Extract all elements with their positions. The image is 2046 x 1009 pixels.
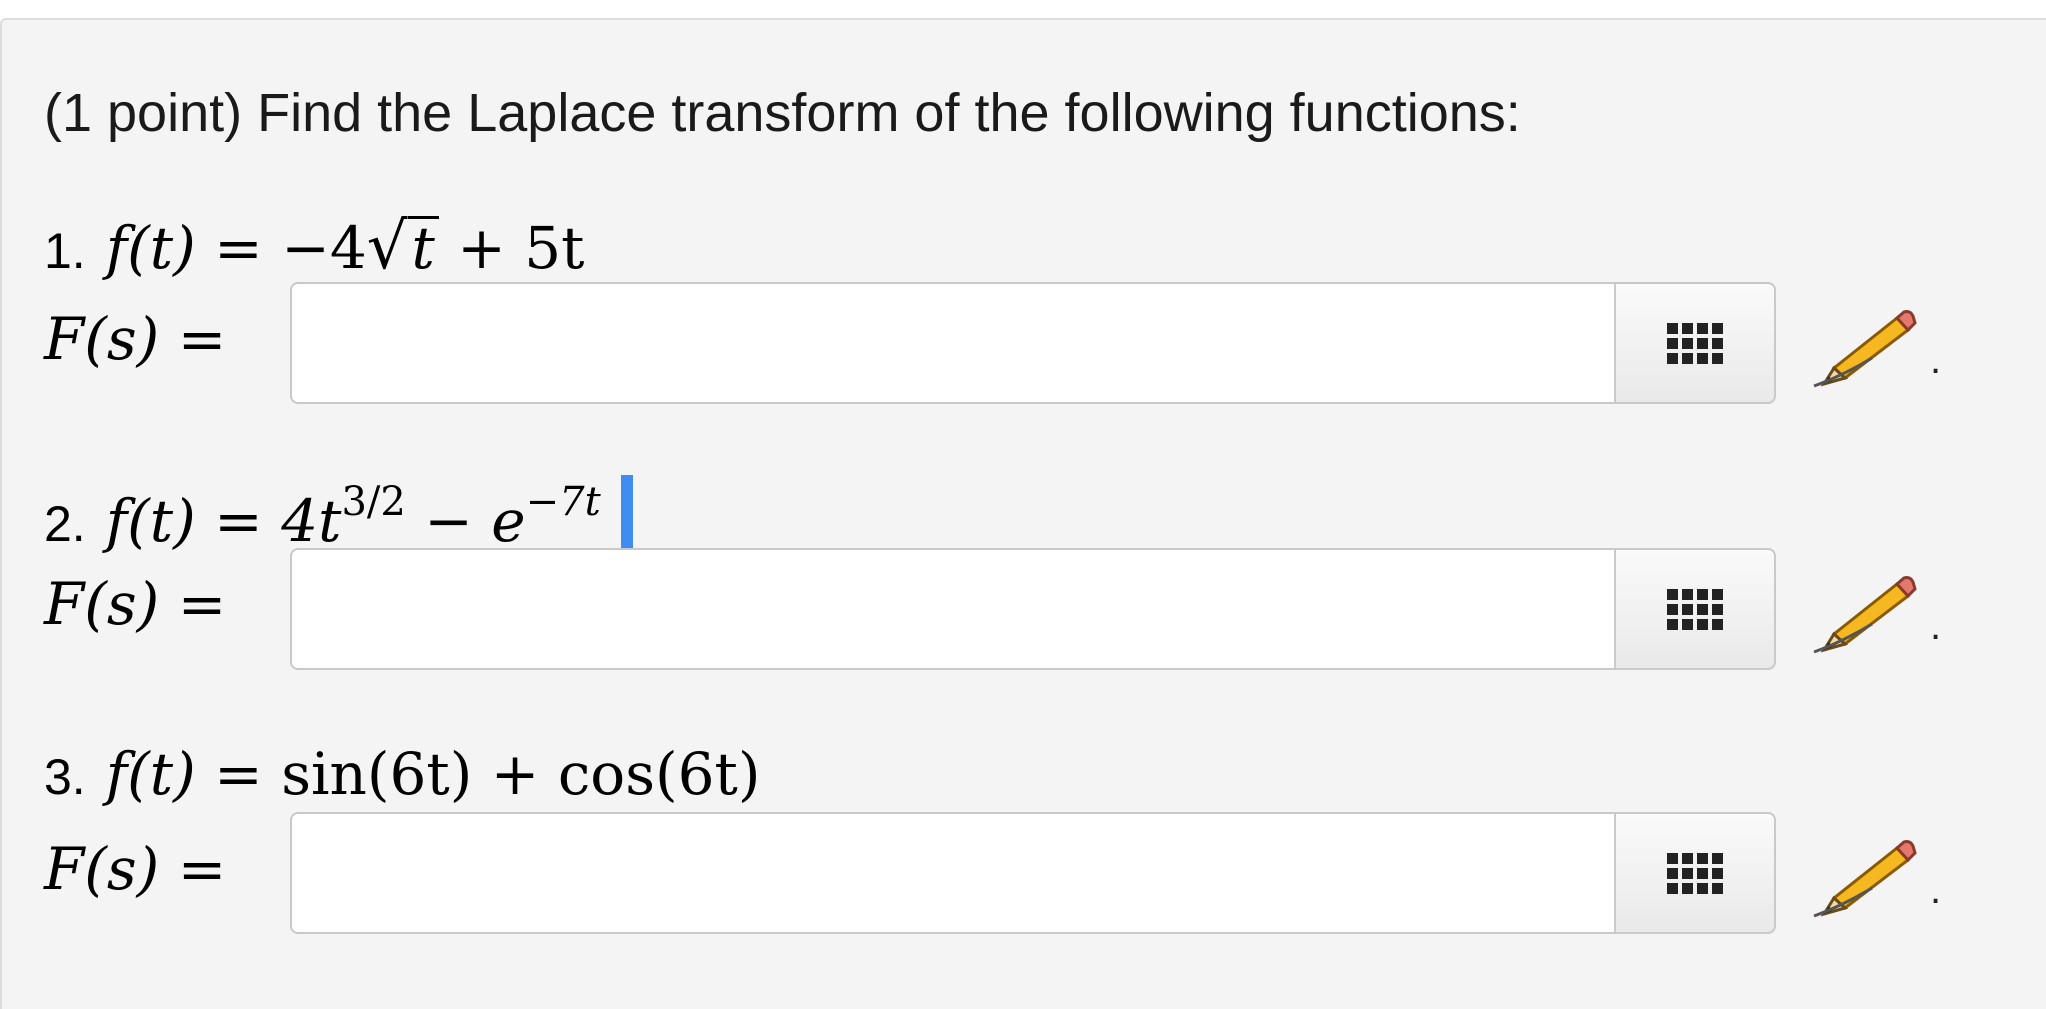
answer-group-2 (290, 548, 1776, 670)
answer-input-3[interactable] (290, 812, 1614, 934)
problem-2-function: 2. f(t) = 4t3/2 − e−7t (44, 475, 633, 559)
equation-editor-button-3[interactable] (1614, 812, 1776, 934)
problem-number: 1. (44, 223, 86, 279)
problem-number: 2. (44, 496, 86, 552)
pencil-icon[interactable] (1812, 564, 1922, 654)
answer-group-3 (290, 812, 1776, 934)
problem-panel: (1 point) Find the Laplace transform of … (0, 18, 2046, 1009)
answer-label: F(s) = (44, 570, 226, 638)
function-lhs: f(t) = (105, 214, 282, 282)
pencil-icon[interactable] (1812, 828, 1922, 918)
answer-group-1 (290, 282, 1776, 404)
function-term: + 5t (438, 214, 585, 282)
trailing-period: . (1930, 868, 1942, 912)
function-lhs: f(t) = (105, 740, 282, 808)
function-term: −4 (281, 214, 367, 282)
grid-icon (1667, 852, 1723, 894)
equation-editor-button-1[interactable] (1614, 282, 1776, 404)
sqrt-radicand: t (407, 216, 439, 277)
function-term: sin(6t) + cos(6t) (281, 740, 761, 808)
answer-label-text: F(s) = (44, 305, 227, 373)
answer-input-2[interactable] (290, 548, 1614, 670)
equation-editor-button-2[interactable] (1614, 548, 1776, 670)
answer-label-text: F(s) = (44, 835, 227, 903)
answer-label: F(s) = (44, 835, 226, 903)
problem-number: 3. (44, 749, 86, 805)
answer-input-1[interactable] (290, 282, 1614, 404)
grid-icon (1667, 322, 1723, 364)
problem-1-function: 1. f(t) = −4√t + 5t (44, 210, 585, 284)
function-term: 4t (281, 487, 342, 555)
pencil-icon[interactable] (1812, 298, 1922, 388)
exponent: 3/2 (341, 479, 406, 525)
problem-3-function: 3. f(t) = sin(6t) + cos(6t) (44, 740, 760, 808)
function-term: − e (405, 487, 526, 555)
trailing-period: . (1930, 604, 1942, 648)
exponent: −7t (525, 479, 601, 525)
grid-icon (1667, 588, 1723, 630)
trailing-period: . (1930, 338, 1942, 382)
function-lhs: f(t) = (105, 487, 282, 555)
answer-label-text: F(s) = (44, 570, 227, 638)
sqrt-sign: √ (366, 210, 408, 284)
problem-intro: (1 point) Find the Laplace transform of … (44, 83, 1521, 143)
answer-label: F(s) = (44, 305, 226, 373)
text-caret (620, 475, 633, 559)
